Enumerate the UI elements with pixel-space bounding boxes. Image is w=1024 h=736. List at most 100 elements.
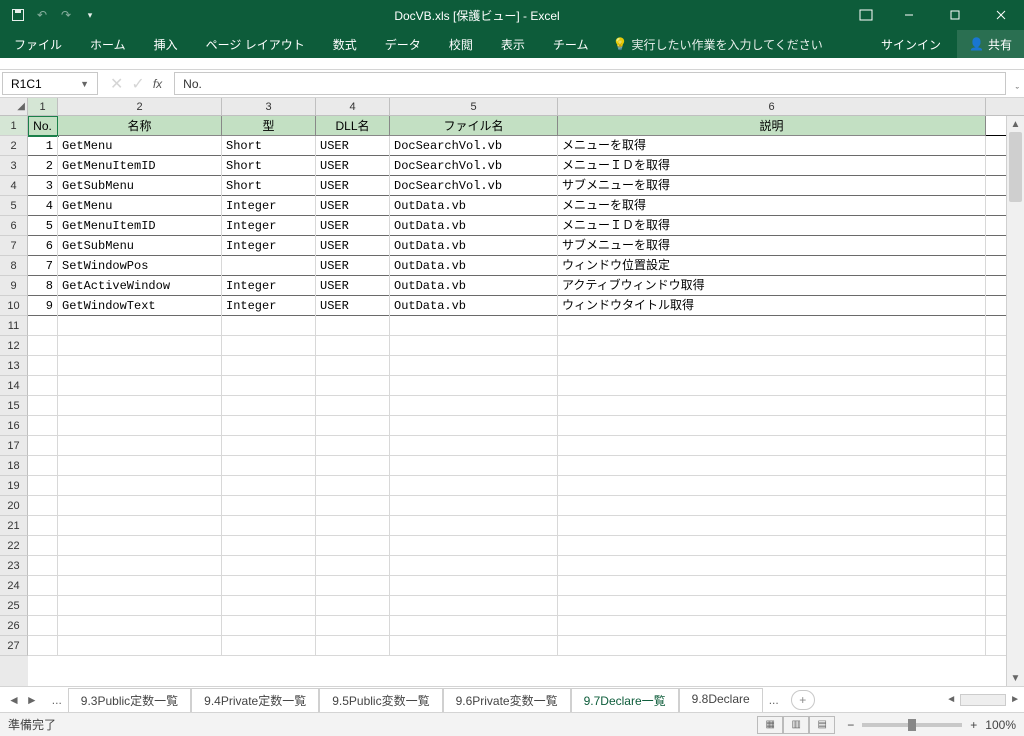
row-header[interactable]: 10	[0, 296, 28, 316]
cell[interactable]	[222, 496, 316, 516]
cell[interactable]	[28, 576, 58, 596]
cell[interactable]	[58, 316, 222, 336]
cell[interactable]	[58, 416, 222, 436]
tab-file[interactable]: ファイル	[0, 30, 76, 58]
cell[interactable]: メニューＩＤを取得	[558, 156, 986, 176]
cell[interactable]	[390, 316, 558, 336]
cell[interactable]: Integer	[222, 196, 316, 216]
cell[interactable]	[390, 496, 558, 516]
cell[interactable]	[558, 556, 986, 576]
cell[interactable]	[222, 436, 316, 456]
sheet-more-left[interactable]: ...	[46, 693, 68, 707]
cell[interactable]: SetWindowPos	[58, 256, 222, 276]
cell[interactable]	[316, 416, 390, 436]
cell[interactable]: DLL名	[316, 116, 390, 136]
vertical-scrollbar[interactable]: ▲ ▼	[1006, 116, 1024, 686]
tab-view[interactable]: 表示	[487, 30, 539, 58]
cell[interactable]	[316, 356, 390, 376]
cell[interactable]: サブメニューを取得	[558, 176, 986, 196]
cell[interactable]	[58, 576, 222, 596]
cell[interactable]	[316, 636, 390, 656]
row-header[interactable]: 4	[0, 176, 28, 196]
cell[interactable]	[316, 436, 390, 456]
row-header[interactable]: 6	[0, 216, 28, 236]
cell[interactable]: ウィンドウタイトル取得	[558, 296, 986, 316]
cell[interactable]	[558, 316, 986, 336]
cell[interactable]: OutData.vb	[390, 196, 558, 216]
cell[interactable]	[390, 576, 558, 596]
cell[interactable]	[28, 536, 58, 556]
cell[interactable]	[28, 456, 58, 476]
column-header[interactable]: 3	[222, 98, 316, 115]
cells-area[interactable]: No.名称型DLL名ファイル名説明1GetMenuShortUSERDocSea…	[28, 116, 1006, 686]
tab-page-layout[interactable]: ページ レイアウト	[192, 30, 319, 58]
scroll-right-icon[interactable]: ►	[1010, 694, 1020, 705]
cell[interactable]	[222, 376, 316, 396]
scroll-down-icon[interactable]: ▼	[1007, 670, 1024, 686]
signin-link[interactable]: サインイン	[865, 30, 957, 58]
tab-insert[interactable]: 挿入	[140, 30, 192, 58]
cell[interactable]: メニューＩＤを取得	[558, 216, 986, 236]
sheet-tab[interactable]: 9.8Declare	[679, 688, 763, 714]
cell[interactable]	[558, 596, 986, 616]
cell[interactable]	[58, 616, 222, 636]
cell[interactable]	[58, 396, 222, 416]
cell[interactable]: 1	[28, 136, 58, 156]
row-header[interactable]: 21	[0, 516, 28, 536]
tab-formulas[interactable]: 数式	[319, 30, 371, 58]
cell[interactable]	[558, 436, 986, 456]
normal-view-button[interactable]: ▦	[757, 716, 783, 734]
tab-data[interactable]: データ	[371, 30, 435, 58]
cell[interactable]: Integer	[222, 296, 316, 316]
sheet-tab[interactable]: 9.3Public定数一覧	[68, 688, 191, 714]
cell[interactable]	[58, 596, 222, 616]
cell[interactable]	[28, 496, 58, 516]
cell[interactable]	[558, 616, 986, 636]
cell[interactable]: アクティブウィンドウ取得	[558, 276, 986, 296]
cell[interactable]	[316, 336, 390, 356]
cell[interactable]	[28, 516, 58, 536]
cell[interactable]	[222, 596, 316, 616]
cell[interactable]: DocSearchVol.vb	[390, 176, 558, 196]
cell[interactable]: 8	[28, 276, 58, 296]
cell[interactable]	[316, 396, 390, 416]
row-header[interactable]: 1	[0, 116, 28, 136]
cell[interactable]	[28, 616, 58, 636]
cell[interactable]: USER	[316, 176, 390, 196]
tab-review[interactable]: 校閲	[435, 30, 487, 58]
cell[interactable]: OutData.vb	[390, 236, 558, 256]
cell[interactable]	[558, 516, 986, 536]
cell[interactable]	[58, 436, 222, 456]
cell[interactable]	[28, 416, 58, 436]
minimize-button[interactable]	[886, 0, 932, 30]
page-break-view-button[interactable]: ▤	[809, 716, 835, 734]
cell[interactable]: DocSearchVol.vb	[390, 136, 558, 156]
row-header[interactable]: 19	[0, 476, 28, 496]
cell[interactable]: Short	[222, 176, 316, 196]
cell[interactable]: USER	[316, 236, 390, 256]
cell[interactable]	[558, 456, 986, 476]
select-all-corner[interactable]: ◢	[0, 98, 28, 115]
cell[interactable]	[222, 476, 316, 496]
expand-formula-bar-icon[interactable]: ˬ	[1016, 78, 1019, 89]
cell[interactable]	[58, 536, 222, 556]
cell[interactable]: USER	[316, 276, 390, 296]
cell[interactable]	[222, 416, 316, 436]
cell[interactable]: 説明	[558, 116, 986, 136]
cell[interactable]: GetMenuItemID	[58, 156, 222, 176]
cell[interactable]	[222, 576, 316, 596]
cell[interactable]	[390, 556, 558, 576]
cell[interactable]	[28, 356, 58, 376]
column-header[interactable]: 4	[316, 98, 390, 115]
ribbon-display-options-icon[interactable]	[846, 9, 886, 21]
cell[interactable]: 2	[28, 156, 58, 176]
cell[interactable]: GetSubMenu	[58, 236, 222, 256]
cell[interactable]	[28, 316, 58, 336]
cell[interactable]	[222, 456, 316, 476]
cell[interactable]	[390, 596, 558, 616]
cell[interactable]: GetMenu	[58, 196, 222, 216]
cell[interactable]	[58, 376, 222, 396]
cell[interactable]	[222, 636, 316, 656]
cell[interactable]	[316, 476, 390, 496]
cell[interactable]	[28, 436, 58, 456]
